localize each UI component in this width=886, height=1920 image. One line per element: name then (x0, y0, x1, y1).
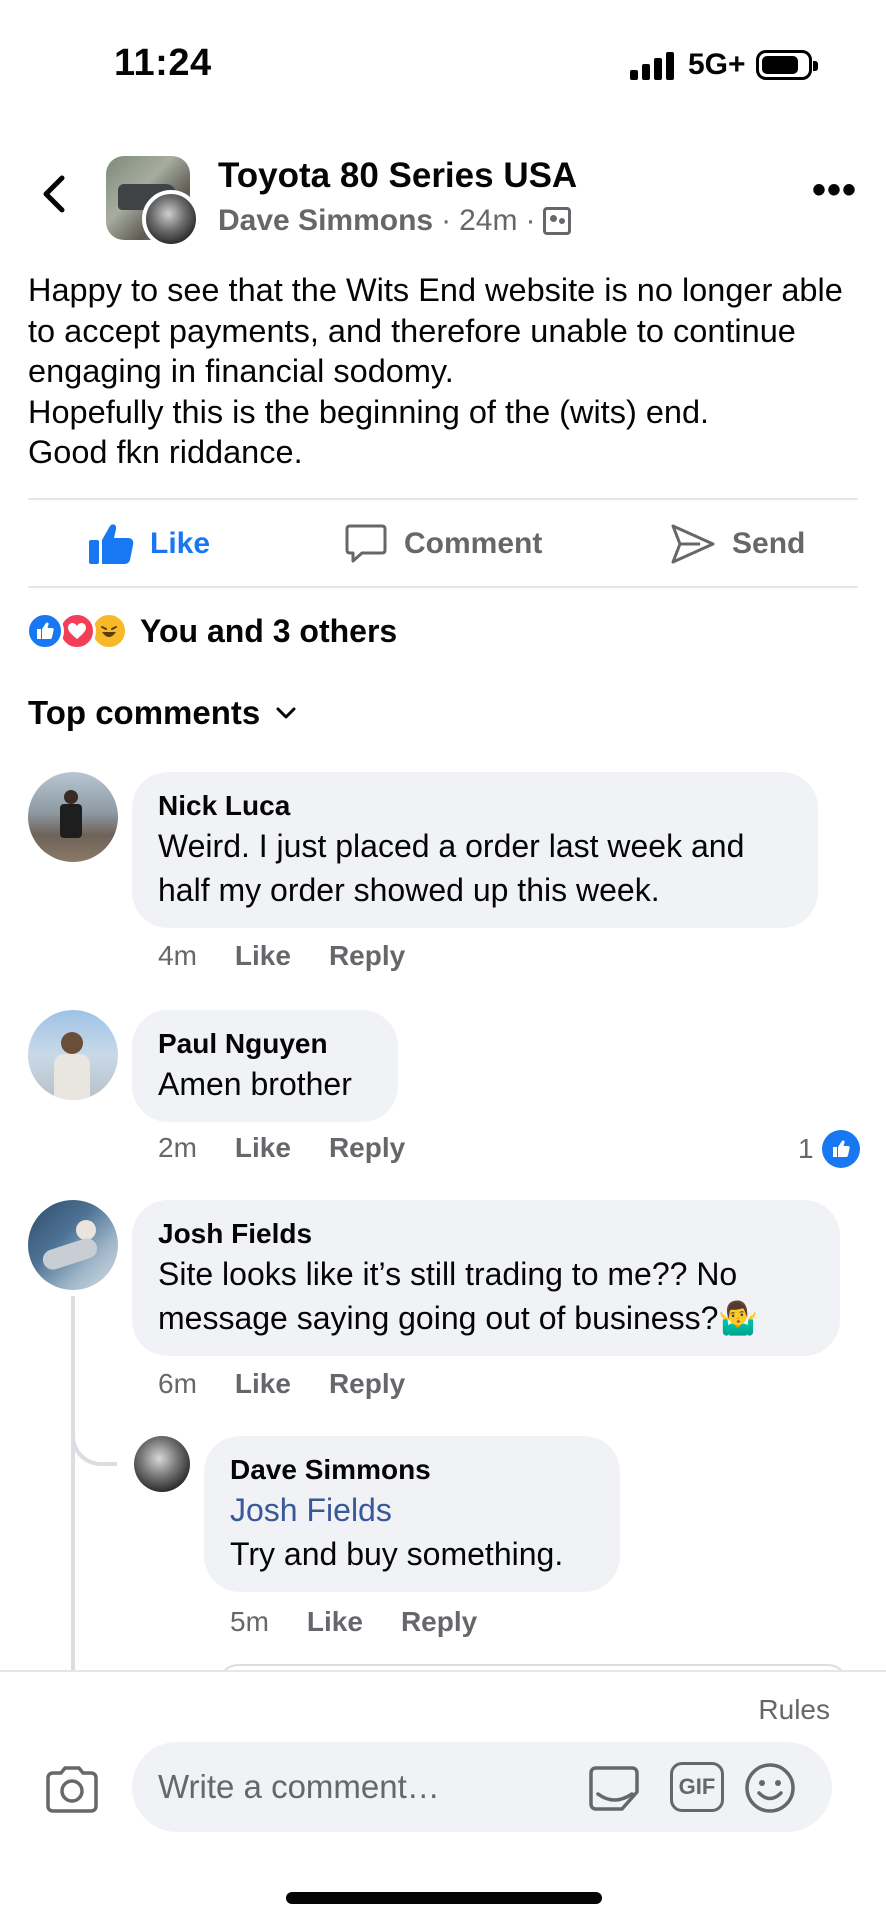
avatar[interactable] (28, 1010, 118, 1100)
camera-icon (46, 1766, 98, 1813)
status-bar: 11:24 5G+ (0, 0, 886, 130)
reply-text: Try and buy something. (230, 1536, 564, 1572)
avatar[interactable] (28, 1200, 118, 1290)
like-reaction-icon (821, 1130, 860, 1168)
avatar[interactable] (28, 772, 118, 862)
like-button[interactable]: Like (88, 522, 210, 566)
back-button[interactable] (34, 172, 74, 216)
comment-author[interactable]: Nick Luca (158, 788, 792, 824)
reply-mention-link[interactable]: Josh Fields (230, 1488, 594, 1532)
send-label: Send (732, 527, 806, 560)
comment-like-button[interactable]: Like (235, 1368, 291, 1400)
comment-label: Comment (404, 527, 543, 560)
post-header: Toyota 80 Series USA Dave Simmons · 24m … (0, 150, 886, 250)
chevron-down-icon (276, 707, 296, 719)
like-reaction-icon (26, 612, 64, 650)
thread-connector (71, 1400, 117, 1466)
thread-line (71, 1296, 75, 1670)
comment-time: 6m (158, 1368, 197, 1399)
more-options-button[interactable]: ••• (812, 170, 857, 210)
reactions-summary[interactable]: You and 3 others (26, 612, 397, 650)
sticker-icon (589, 1766, 639, 1811)
reactions-label: You and 3 others (140, 612, 398, 649)
rules-link[interactable]: Rules (758, 1694, 830, 1726)
reaction-count-label: 1 (798, 1133, 814, 1164)
comment-input-container[interactable]: GIF (132, 1742, 832, 1832)
comment-bubble[interactable]: Paul Nguyen Amen brother (132, 1010, 398, 1122)
comment-author[interactable]: Josh Fields (158, 1216, 814, 1252)
send-icon (671, 524, 715, 564)
signal-icon (630, 50, 676, 80)
group-name[interactable]: Toyota 80 Series USA (218, 156, 577, 196)
gif-icon: GIF (670, 1762, 724, 1812)
status-time: 11:24 (114, 42, 212, 84)
camera-button[interactable] (44, 1764, 100, 1819)
comment-reply-button[interactable]: Reply (329, 1132, 405, 1164)
comments-sort-label: Top comments (28, 694, 261, 731)
comment-like-button[interactable]: Like (235, 940, 291, 972)
meta-separator: · (441, 204, 452, 237)
network-label: 5G+ (688, 48, 746, 81)
comment-time: 2m (158, 1132, 197, 1163)
post-time[interactable]: 24m (459, 204, 517, 238)
reply-author[interactable]: Dave Simmons (230, 1452, 594, 1488)
reply-actions: 5m Like Reply (230, 1606, 477, 1638)
comment-author[interactable]: Paul Nguyen (158, 1026, 372, 1062)
battery-icon (756, 50, 818, 80)
comment-button[interactable]: Comment (344, 522, 542, 566)
reply-time: 5m (230, 1606, 269, 1637)
sticker-button[interactable] (588, 1762, 642, 1819)
comment-composer-area: Rules GIF (0, 1670, 886, 1920)
thumbs-up-icon (89, 524, 134, 564)
comment-reaction-count[interactable]: 1 (798, 1130, 860, 1168)
group-audience-icon (543, 207, 572, 235)
avatar[interactable] (134, 1436, 190, 1492)
comment-bubble[interactable]: Josh Fields Site looks like it’s still t… (132, 1200, 840, 1356)
chevron-left-icon (43, 175, 65, 213)
home-indicator[interactable] (286, 1892, 602, 1904)
post-action-row: Like Comment Send (0, 500, 886, 586)
comments-sort-dropdown[interactable]: Top comments (28, 694, 298, 732)
comment-reply-button[interactable]: Reply (329, 940, 405, 972)
comment-text: Weird. I just placed a order last week a… (158, 828, 745, 908)
send-button[interactable]: Send (670, 522, 805, 566)
comment-like-button[interactable]: Like (235, 1132, 291, 1164)
comment-text: Site looks like it’s still trading to me… (158, 1256, 759, 1336)
emoji-icon (745, 1763, 795, 1813)
comment-icon (345, 524, 387, 563)
comment-time: 4m (158, 940, 197, 971)
comment-bubble[interactable]: Nick Luca Weird. I just placed a order l… (132, 772, 818, 928)
post-author[interactable]: Dave Simmons (218, 204, 433, 238)
meta-separator: · (525, 204, 536, 237)
post-meta: Dave Simmons · 24m · (218, 204, 572, 238)
author-avatar[interactable] (142, 190, 200, 248)
emoji-button[interactable] (744, 1762, 796, 1819)
gif-label: GIF (678, 1774, 716, 1799)
comment-reply-button[interactable]: Reply (329, 1368, 405, 1400)
gif-button[interactable]: GIF (670, 1762, 724, 1812)
divider (28, 586, 858, 588)
reply-bubble[interactable]: Dave Simmons Josh Fields Try and buy som… (204, 1436, 620, 1592)
comment-actions: 2m Like Reply (158, 1132, 405, 1164)
comment-actions: 6m Like Reply (158, 1368, 405, 1400)
reply-reply-button[interactable]: Reply (401, 1606, 477, 1638)
comment-actions: 4m Like Reply (158, 940, 405, 972)
reply-like-button[interactable]: Like (307, 1606, 363, 1638)
comment-input[interactable] (158, 1760, 578, 1814)
comment-text: Amen brother (158, 1066, 352, 1102)
like-label: Like (150, 527, 211, 560)
post-text: Happy to see that the Wits End website i… (28, 272, 843, 470)
